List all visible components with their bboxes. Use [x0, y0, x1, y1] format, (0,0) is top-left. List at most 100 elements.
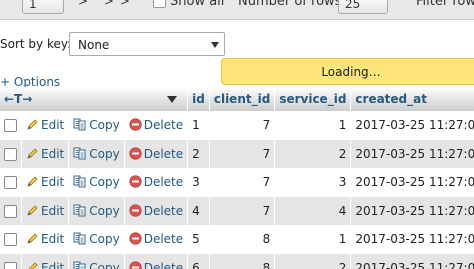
delete-icon	[129, 204, 142, 217]
copy-label: Copy	[89, 175, 120, 190]
delete-label: Delete	[143, 118, 184, 133]
loading-indicator: Loading…	[221, 58, 474, 85]
cell-id: 2	[188, 139, 210, 168]
copy-icon	[73, 204, 86, 217]
row-checkbox[interactable]	[4, 119, 17, 133]
cell-created-at: 2017-03-25 11:27:04	[351, 139, 474, 168]
delete-link[interactable]: Delete	[129, 261, 183, 269]
table-row: Edit Copy Delete 5 8 1 2017-03-25 11:27:…	[0, 225, 474, 254]
delete-icon	[129, 232, 142, 245]
cell-client-id: 7	[209, 168, 276, 197]
edit-label: Edit	[41, 203, 65, 218]
copy-label: Copy	[89, 203, 120, 218]
copy-link[interactable]: Copy	[73, 146, 120, 161]
edit-label: Edit	[41, 232, 65, 247]
edit-link[interactable]: Edit	[26, 204, 64, 218]
copy-icon	[73, 147, 86, 160]
pencil-icon	[27, 119, 38, 130]
table-row: Edit Copy Delete 4 7 4 2017-03-25 11:27:…	[0, 196, 474, 225]
cell-client-id: 8	[209, 225, 276, 254]
table-header-actions: ←T→	[0, 87, 189, 111]
sort-toggle-icon[interactable]	[166, 96, 177, 103]
copy-icon	[73, 175, 86, 188]
edit-link[interactable]: Edit	[26, 261, 64, 269]
row-checkbox[interactable]	[4, 204, 17, 218]
row-checkbox[interactable]	[4, 147, 17, 161]
delete-icon	[129, 175, 142, 188]
page-number-select[interactable]: 1	[22, 0, 64, 14]
copy-icon	[73, 118, 86, 131]
edit-label: Edit	[41, 175, 65, 190]
chevron-down-icon	[211, 42, 219, 48]
column-header-client-id[interactable]: client_id	[209, 87, 276, 111]
cell-service-id: 4	[275, 196, 352, 225]
cell-service-id: 1	[275, 111, 352, 140]
row-checkbox[interactable]	[4, 261, 17, 269]
number-of-rows-select[interactable]: 25	[338, 0, 388, 14]
results-table: ←T→ id client_id service_id created_at E…	[0, 87, 474, 269]
sort-by-key-select[interactable]: None	[69, 32, 225, 56]
edit-link[interactable]: Edit	[26, 232, 64, 246]
table-body: Edit Copy Delete 1 7 1 2017-03-25 11:27:…	[0, 111, 474, 269]
phpmyadmin-browse-view: 1 > >> Show all Number of rows: 25 Filte…	[0, 0, 474, 269]
copy-link[interactable]: Copy	[73, 175, 120, 190]
filter-rows-label: Filter rows:	[416, 0, 474, 9]
cell-client-id: 7	[209, 196, 276, 225]
column-header-service-id[interactable]: service_id	[275, 87, 352, 111]
copy-label: Copy	[89, 146, 120, 161]
column-header-created-at[interactable]: created_at	[351, 87, 474, 111]
delete-link[interactable]: Delete	[129, 147, 183, 161]
delete-link[interactable]: Delete	[129, 232, 183, 246]
table-header-row: ←T→ id client_id service_id created_at	[0, 87, 474, 111]
pencil-icon	[27, 176, 38, 187]
edit-link[interactable]: Edit	[26, 118, 64, 132]
row-checkbox[interactable]	[4, 233, 17, 247]
cell-service-id: 3	[275, 168, 352, 197]
column-resize-arrows[interactable]: ←T→	[4, 92, 32, 106]
copy-link[interactable]: Copy	[73, 260, 120, 269]
next-page-arrows[interactable]: > >>	[78, 0, 136, 8]
cell-id: 6	[188, 253, 210, 269]
show-all-checkbox[interactable]	[153, 0, 166, 8]
cell-service-id: 1	[275, 225, 352, 254]
copy-label: Copy	[89, 118, 120, 133]
copy-icon	[73, 232, 86, 245]
cell-created-at: 2017-03-25 11:27:04	[351, 225, 474, 254]
pencil-icon	[27, 148, 38, 159]
table-row: Edit Copy Delete 3 7 3 2017-03-25 11:27:…	[0, 168, 474, 197]
edit-link[interactable]: Edit	[26, 175, 64, 189]
edit-label: Edit	[41, 260, 65, 269]
delete-link[interactable]: Delete	[129, 204, 183, 218]
cell-client-id: 7	[209, 139, 276, 168]
cell-service-id: 2	[275, 139, 352, 168]
delete-link[interactable]: Delete	[129, 118, 183, 132]
cell-id: 1	[188, 111, 210, 140]
delete-label: Delete	[143, 260, 184, 269]
copy-link[interactable]: Copy	[73, 203, 120, 218]
edit-label: Edit	[41, 118, 65, 133]
cell-id: 3	[188, 168, 210, 197]
column-header-id[interactable]: id	[188, 87, 210, 111]
edit-label: Edit	[41, 146, 65, 161]
pencil-icon	[28, 262, 38, 269]
cell-service-id: 2	[275, 253, 352, 269]
copy-link[interactable]: Copy	[73, 118, 120, 133]
copy-label: Copy	[89, 232, 120, 247]
pencil-icon	[27, 205, 38, 216]
copy-icon	[73, 261, 86, 269]
pencil-icon	[27, 233, 38, 244]
copy-link[interactable]: Copy	[73, 232, 120, 247]
delete-icon	[129, 118, 142, 131]
delete-icon	[129, 261, 142, 269]
cell-id: 5	[188, 225, 210, 254]
delete-link[interactable]: Delete	[129, 175, 183, 189]
copy-label: Copy	[89, 260, 120, 269]
number-of-rows-label: Number of rows:	[238, 0, 346, 9]
navigation-bar: 1 > >> Show all Number of rows: 25 Filte…	[0, 0, 474, 20]
delete-label: Delete	[143, 232, 184, 247]
delete-label: Delete	[143, 146, 184, 161]
edit-link[interactable]: Edit	[26, 147, 64, 161]
show-all-label: Show all	[170, 0, 225, 9]
row-checkbox[interactable]	[4, 176, 17, 190]
table-row: Edit Copy Delete 6 8 2 2017-03-25 11:27:…	[0, 253, 474, 269]
